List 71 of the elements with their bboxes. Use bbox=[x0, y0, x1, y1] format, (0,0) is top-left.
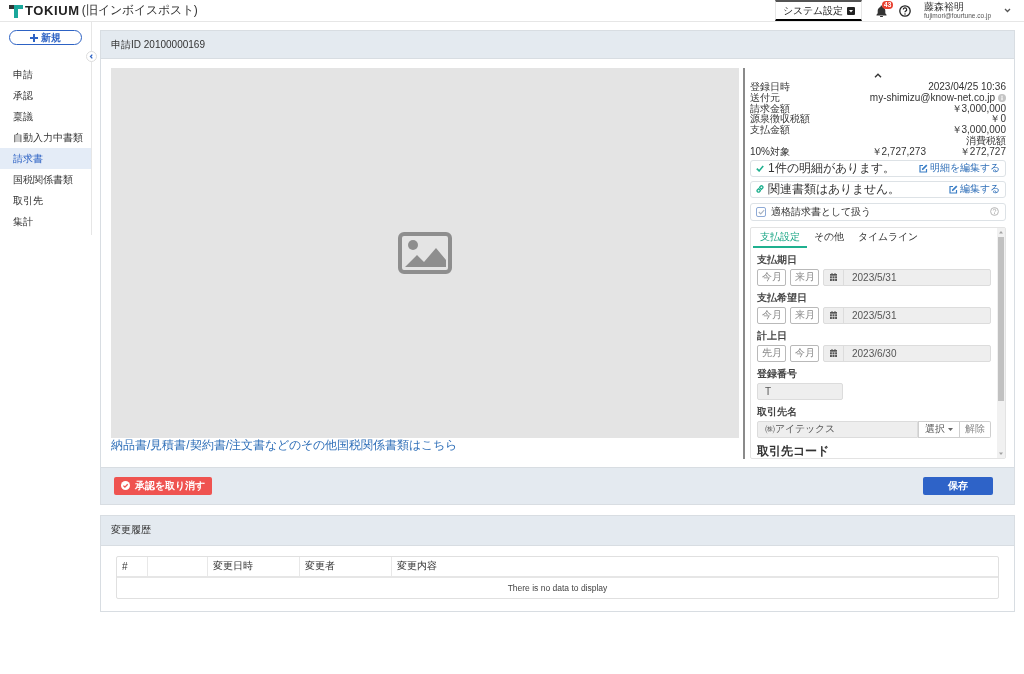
help-icon[interactable] bbox=[899, 4, 912, 17]
new-button[interactable]: 新規 bbox=[9, 30, 82, 45]
field-label: 源泉徴収税額 bbox=[750, 114, 810, 126]
empty-message: There is no data to display bbox=[506, 581, 609, 595]
chevron-down-icon[interactable] bbox=[1004, 8, 1011, 13]
field-label: 登録日時 bbox=[750, 82, 790, 92]
save-button[interactable]: 保存 bbox=[923, 476, 993, 495]
field-label: 支払希望日 bbox=[757, 291, 808, 304]
notice-text: 関連書類はありません。 bbox=[768, 180, 900, 198]
checkbox[interactable] bbox=[756, 206, 766, 217]
field-value: ￥3,000,000 bbox=[951, 103, 1006, 114]
tab[interactable]: その他 bbox=[807, 227, 851, 248]
sidebar-item[interactable]: 承認 bbox=[0, 85, 91, 106]
checkbox-label: 適格請求書として扱う bbox=[771, 204, 871, 219]
user-name[interactable]: 藤森裕明 bbox=[924, 1, 991, 12]
field-label: 請求金額 bbox=[750, 103, 790, 115]
field-label: 取引先名 bbox=[757, 405, 798, 418]
field-label: 取引先コード bbox=[757, 443, 830, 458]
sidebar-item[interactable]: 国税関係書類 bbox=[0, 169, 91, 190]
info-icon[interactable] bbox=[998, 94, 1006, 103]
check-circle-icon bbox=[121, 481, 130, 491]
card-title: 変更履歴 bbox=[111, 523, 151, 538]
calendar-icon bbox=[830, 311, 837, 320]
chevron-left-icon[interactable] bbox=[86, 51, 97, 62]
field-label: 送付元 bbox=[750, 92, 780, 103]
sidebar-item[interactable]: 申請 bbox=[0, 64, 91, 85]
image-icon bbox=[398, 232, 452, 274]
column-header: 変更日時 bbox=[208, 556, 300, 576]
column-header: 変更内容 bbox=[396, 559, 438, 574]
sidebar-item[interactable]: 請求書 bbox=[0, 148, 91, 169]
other-documents-link[interactable]: 納品書/見積書/契約書/注文書などのその他国税関係書類はこちら bbox=[111, 438, 457, 452]
edit-link[interactable]: 明細を編集する bbox=[919, 161, 1000, 176]
column-header: 変更者 bbox=[300, 556, 392, 576]
field-value: ￥2,727,273 bbox=[871, 146, 926, 158]
sidebar-item[interactable]: 自動入力中書類 bbox=[0, 127, 91, 148]
plus-icon bbox=[30, 33, 38, 42]
link-icon bbox=[756, 185, 764, 194]
column-header: # bbox=[117, 556, 148, 576]
check-icon bbox=[756, 164, 764, 172]
edit-link[interactable]: 編集する bbox=[949, 182, 1000, 197]
calendar-icon bbox=[830, 273, 837, 282]
scrollbar-thumb[interactable] bbox=[998, 236, 1004, 401]
field-value: 2023/04/25 10:36 bbox=[928, 82, 1006, 93]
field-label: 登録番号 bbox=[757, 367, 798, 380]
sidebar-item[interactable]: 取引先 bbox=[0, 190, 91, 211]
sidebar-item[interactable]: 集計 bbox=[0, 211, 91, 232]
brand-name: TOKIUM bbox=[25, 3, 80, 18]
field-label: 支払期日 bbox=[757, 253, 798, 266]
card-title: 申請ID 20100000169 bbox=[111, 37, 205, 52]
tab[interactable]: タイムライン bbox=[851, 227, 925, 248]
edit-icon bbox=[949, 184, 958, 194]
system-settings-menu[interactable]: システム設定 bbox=[775, 0, 863, 21]
sidebar-item[interactable]: 稟議 bbox=[0, 106, 91, 127]
logo-icon bbox=[9, 3, 23, 18]
field-value: my-shimizu@know-net.co.jp bbox=[869, 92, 995, 104]
field-value: ￥0 bbox=[990, 114, 1006, 125]
field-label: 支払金額 bbox=[750, 125, 790, 136]
field-value: ￥3,000,000 bbox=[951, 125, 1006, 136]
edit-icon bbox=[919, 163, 928, 173]
column-heading: 消費税額 bbox=[966, 136, 1006, 147]
check-icon bbox=[757, 208, 765, 215]
caret-box-icon bbox=[847, 6, 856, 15]
notice-text: 1件の明細があります。 bbox=[768, 159, 895, 177]
chevron-up-icon[interactable] bbox=[874, 72, 882, 78]
field-label: 計上日 bbox=[757, 329, 788, 342]
field-label: 10%対象 bbox=[750, 146, 791, 158]
caret-down-icon bbox=[948, 427, 953, 431]
brand-subtitle: (旧インボイスポスト) bbox=[81, 2, 198, 19]
field-value: ￥272,727 bbox=[958, 146, 1006, 158]
scrollbar[interactable] bbox=[997, 227, 1005, 458]
calendar-icon bbox=[830, 349, 837, 358]
